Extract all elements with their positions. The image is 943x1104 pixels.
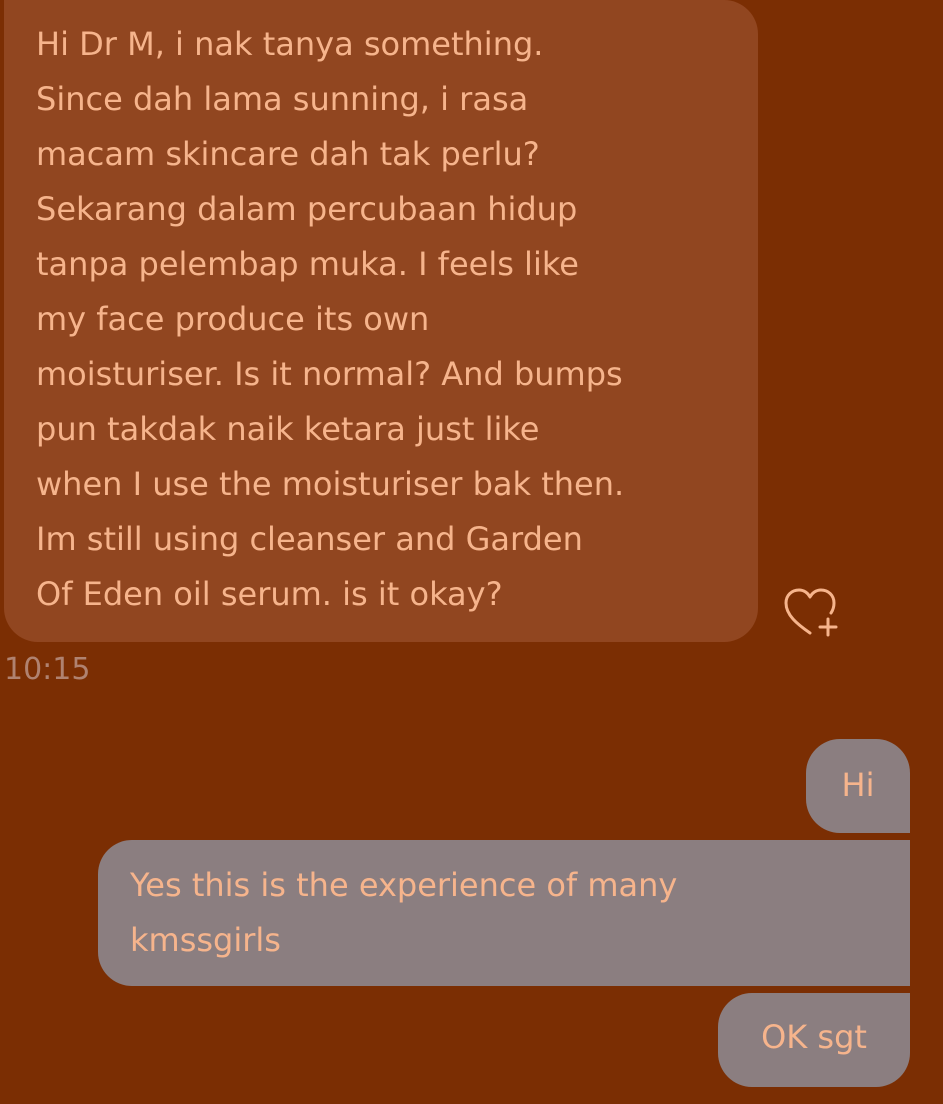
incoming-message-bubble[interactable]: Hi Dr M, i nak tanya something. Since da… — [4, 0, 758, 642]
heart-plus-icon[interactable] — [783, 586, 845, 640]
outgoing-message-bubble[interactable]: OK sgt — [718, 993, 910, 1087]
outgoing-message-bubble[interactable]: Yes this is the experience of many kmssg… — [98, 840, 910, 986]
outgoing-message-bubble[interactable]: Hi — [806, 739, 910, 833]
message-timestamp: 10:15 — [4, 652, 91, 687]
